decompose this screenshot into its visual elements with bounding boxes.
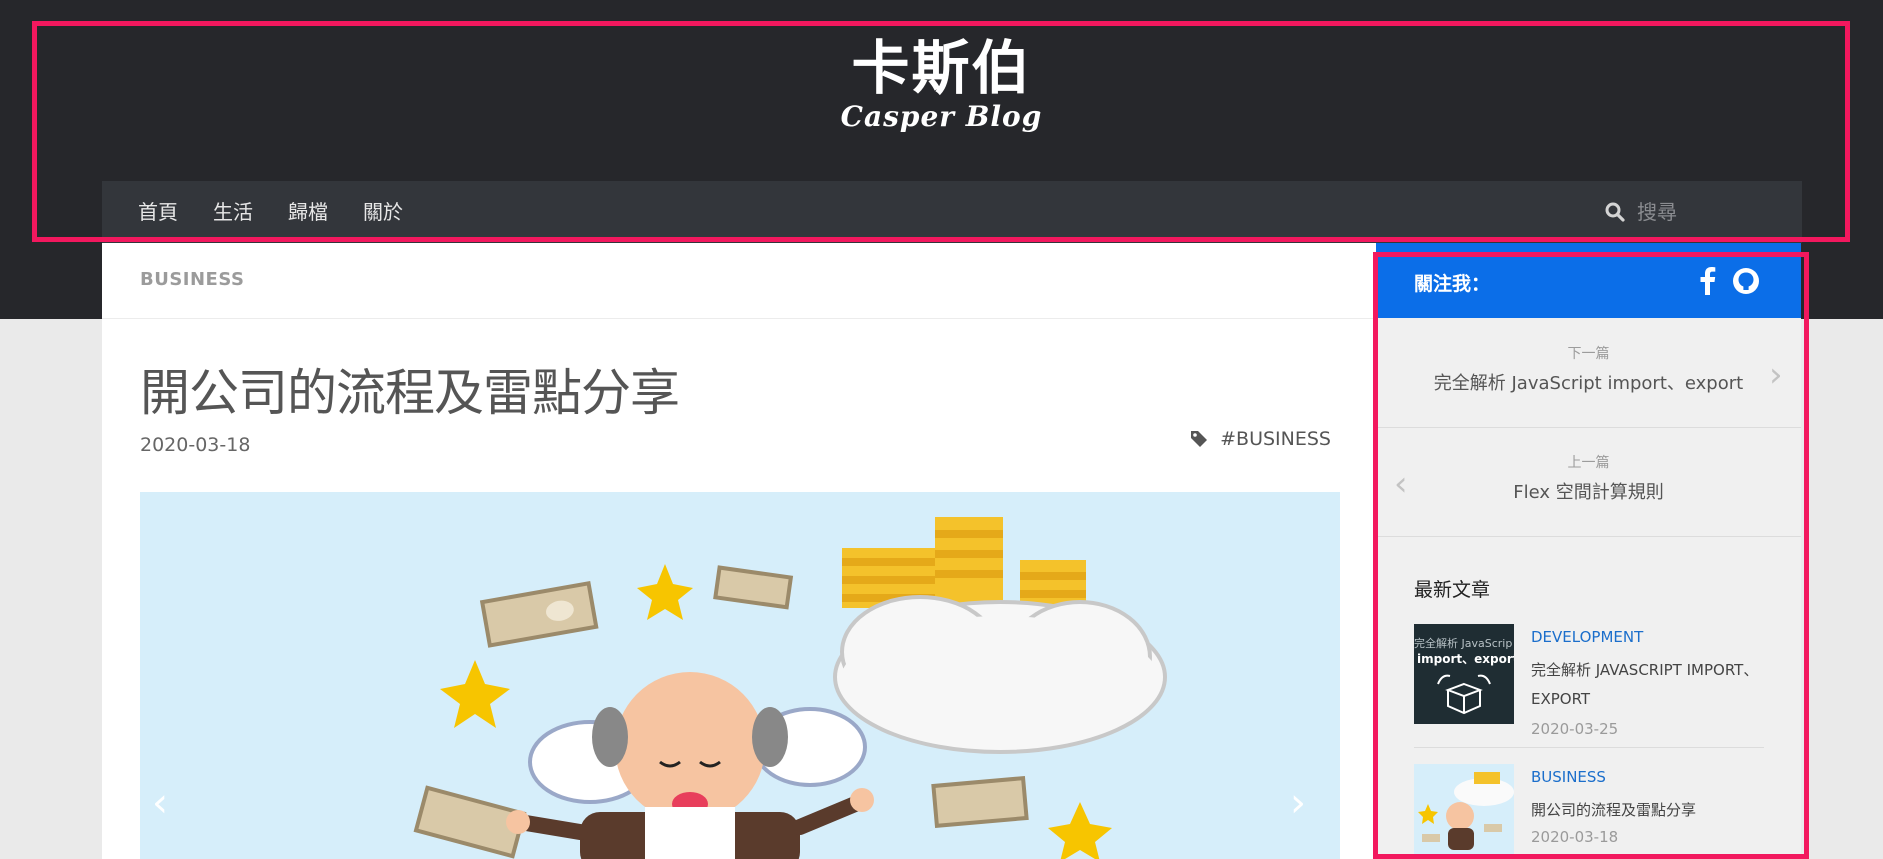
- prev-post-title: Flex 空間計算規則: [1513, 482, 1664, 503]
- next-post-title: 完全解析 JavaScript import、export: [1433, 373, 1744, 394]
- thumbnail-caption: 完全解析 JavaScrip: [1414, 637, 1513, 650]
- prev-post-label: 上一篇: [1567, 455, 1610, 471]
- tag-icon: [1191, 431, 1208, 447]
- carousel-next-arrow[interactable]: ›: [1290, 783, 1306, 823]
- site-title[interactable]: 卡斯伯: [0, 34, 1883, 102]
- next-post-label: 下一篇: [1567, 346, 1610, 362]
- github-icon[interactable]: [1732, 267, 1760, 295]
- facebook-icon[interactable]: [1698, 267, 1716, 295]
- chevron-left-icon: ‹: [1394, 464, 1408, 504]
- search-input[interactable]: [1635, 199, 1789, 225]
- nav-item-life[interactable]: 生活: [213, 199, 253, 225]
- nav-item-archive[interactable]: 歸檔: [288, 199, 328, 225]
- recent-post-category[interactable]: BUSINESS: [1531, 768, 1606, 786]
- nav-item-home[interactable]: 首頁: [138, 199, 178, 225]
- carousel-prev-arrow[interactable]: ‹: [152, 783, 168, 823]
- breadcrumb-category[interactable]: BUSINESS: [140, 269, 244, 290]
- recent-post-title[interactable]: 開公司的流程及雷點分享: [1531, 796, 1766, 825]
- main-nav: 首頁 生活 歸檔 關於: [102, 181, 1802, 243]
- breadcrumb: BUSINESS: [102, 243, 1376, 319]
- article: BUSINESS 開公司的流程及雷點分享 2020-03-18 #BUSINES…: [102, 243, 1376, 859]
- site-subtitle: Casper Blog: [840, 100, 1043, 133]
- follow-bar: 關注我：: [1376, 243, 1801, 318]
- money-illustration-icon: [413, 517, 1167, 859]
- recent-post-title[interactable]: 完全解析 JAVASCRIPT IMPORT、EXPORT: [1531, 656, 1766, 714]
- thumbnail-title: import、export: [1417, 652, 1514, 666]
- box-arrows-icon: [1437, 674, 1491, 715]
- sidebar: 關注我： 下一篇 完全解析 JavaScript import、export ›…: [1376, 243, 1801, 859]
- recent-post-date: 2020-03-25: [1531, 720, 1619, 738]
- recent-post-date: 2020-03-18: [1531, 828, 1619, 846]
- post-tag-label: #BUSINESS: [1220, 428, 1331, 450]
- nav-search: [1605, 199, 1789, 225]
- post-title: 開公司的流程及雷點分享: [140, 364, 680, 422]
- divider: [1414, 747, 1764, 748]
- post-date: 2020-03-18: [140, 434, 251, 456]
- prev-post-link[interactable]: 上一篇 Flex 空間計算規則 ‹: [1376, 428, 1801, 537]
- chevron-right-icon: ›: [1769, 355, 1783, 395]
- recent-posts-heading: 最新文章: [1414, 579, 1491, 601]
- recent-post-category[interactable]: DEVELOPMENT: [1531, 628, 1643, 646]
- follow-label: 關注我：: [1414, 273, 1491, 295]
- hero-image: [140, 492, 1340, 859]
- nav-item-about[interactable]: 關於: [363, 199, 403, 225]
- search-icon[interactable]: [1605, 202, 1625, 222]
- recent-post-thumbnail[interactable]: [1414, 764, 1514, 859]
- site-logo[interactable]: 卡斯伯 Casper Blog: [0, 34, 1883, 132]
- money-illustration-icon: [1418, 772, 1514, 850]
- post-tag[interactable]: #BUSINESS: [1190, 428, 1331, 450]
- recent-post-thumbnail[interactable]: 完全解析 JavaScrip import、export: [1414, 624, 1514, 724]
- next-post-link[interactable]: 下一篇 完全解析 JavaScript import、export ›: [1376, 319, 1801, 428]
